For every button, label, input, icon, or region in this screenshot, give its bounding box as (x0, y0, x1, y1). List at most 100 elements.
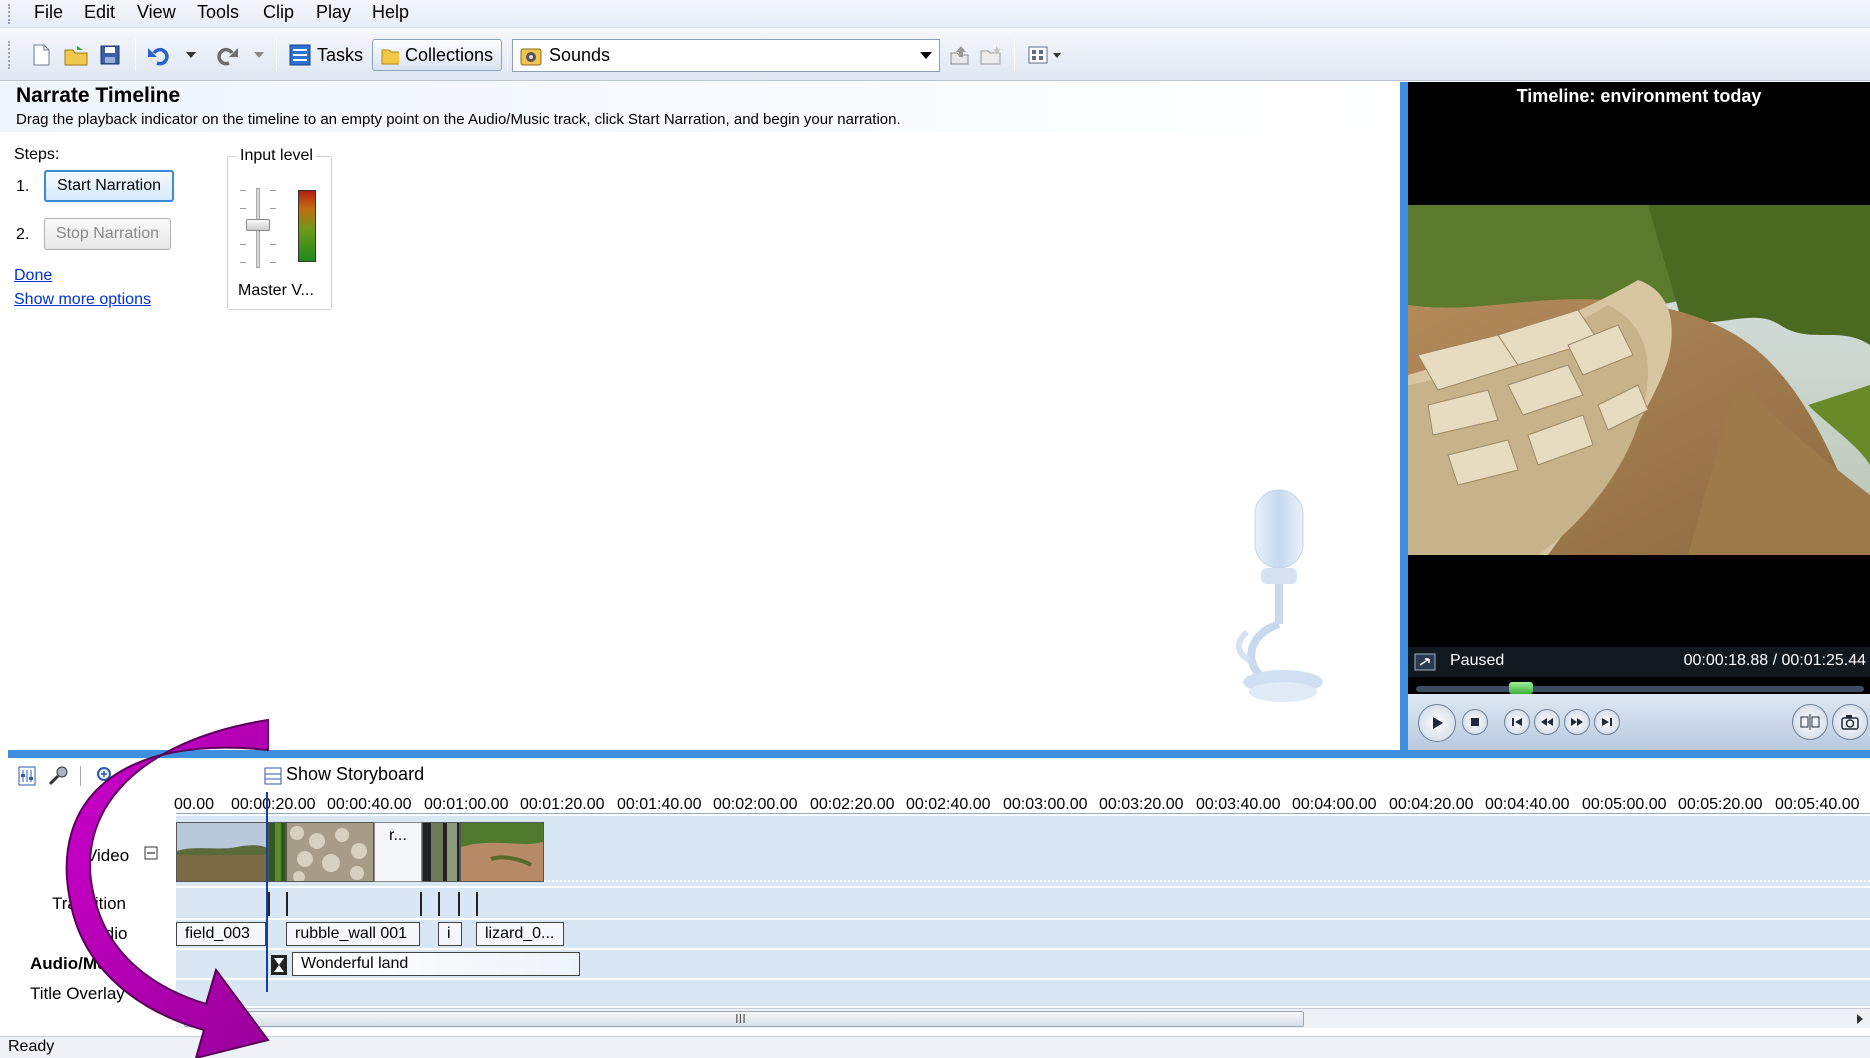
show-storyboard-button[interactable]: Show Storyboard (286, 764, 424, 785)
audio-clip[interactable]: i (438, 922, 462, 946)
title-overlay-track[interactable] (176, 980, 1870, 1006)
audio-music-track-label: Audio/Music (30, 954, 132, 973)
new-collection-folder-button[interactable] (978, 39, 1004, 71)
playback-indicator[interactable] (266, 792, 268, 992)
next-frame-button[interactable] (1594, 709, 1620, 735)
audio-music-track[interactable]: Wonderful land (176, 950, 1870, 978)
rubble-thumbnail (287, 823, 373, 881)
stop-narration-button[interactable]: Stop Narration (44, 218, 171, 250)
transition-marker[interactable] (420, 892, 422, 916)
done-link[interactable]: Done (14, 267, 52, 285)
audio-clip[interactable]: field_003 (176, 922, 266, 946)
fast-forward-icon (1571, 718, 1583, 726)
undo-button[interactable] (146, 39, 174, 71)
scroll-right-icon[interactable] (1856, 1013, 1864, 1025)
field-thumbnail (177, 823, 267, 881)
seek-bar[interactable] (1416, 686, 1864, 692)
timeline-ruler[interactable]: 00.00 00:00:20.00 00:00:40.00 00:01:00.0… (174, 792, 1870, 814)
audio-clip[interactable]: rubble_wall 001 (286, 922, 420, 946)
master-volume-slider[interactable] (246, 219, 270, 231)
dark-thumbnail (423, 823, 459, 881)
menu-view[interactable]: View (137, 0, 176, 28)
transition-marker[interactable] (476, 892, 478, 916)
slider-tick (270, 190, 276, 191)
seek-thumb[interactable] (1509, 682, 1534, 694)
timeline-horizontal-scrollbar[interactable]: III (176, 1008, 1870, 1028)
transition-marker[interactable] (438, 892, 440, 916)
rewind-icon (1541, 718, 1553, 726)
chevron-down-icon (186, 52, 196, 58)
ruler-tick: 00:04:20.00 (1389, 796, 1474, 813)
menu-play[interactable]: Play (316, 0, 351, 28)
tasks-icon (289, 44, 311, 66)
redo-icon (217, 47, 238, 66)
preview-status-bar: Paused 00:00:18.88 / 00:01:25.44 (1408, 647, 1870, 677)
microphone-watermark-icon (1236, 489, 1323, 702)
transition-marker[interactable] (268, 892, 270, 916)
narrate-timeline-icon[interactable] (48, 766, 70, 786)
collection-select[interactable]: Sounds (512, 39, 940, 72)
play-button[interactable] (1418, 704, 1456, 742)
transition-marker[interactable] (286, 892, 288, 916)
ruler-tick: 00:05:20.00 (1678, 796, 1763, 813)
chevron-down-icon (920, 52, 932, 59)
scrollbar-thumb[interactable]: III (184, 1011, 1304, 1027)
stop-icon (1471, 718, 1479, 726)
music-clip[interactable]: Wonderful land (292, 952, 580, 976)
show-more-options-link[interactable]: Show more options (14, 291, 151, 309)
slider-tick (270, 208, 276, 209)
save-project-button[interactable] (96, 39, 124, 71)
video-clip-field[interactable] (176, 822, 268, 882)
video-track[interactable]: r... (176, 816, 1870, 886)
video-clip-rubble-wall[interactable] (286, 822, 374, 882)
full-screen-icon[interactable] (1414, 653, 1436, 671)
toolbar-separator (135, 39, 136, 71)
playback-status: Paused (1450, 652, 1505, 669)
chevron-down-icon (254, 52, 264, 58)
menu-clip[interactable]: Clip (263, 0, 294, 28)
undo-dropdown-button[interactable] (184, 39, 198, 71)
redo-button[interactable] (212, 39, 240, 71)
audio-clip[interactable]: lizard_0... (476, 922, 564, 946)
previous-frame-button[interactable] (1504, 709, 1530, 735)
pane-splitter[interactable] (8, 750, 1870, 758)
video-clip-green[interactable] (268, 822, 286, 882)
set-audio-levels-icon[interactable] (18, 766, 36, 786)
open-project-button[interactable] (62, 39, 90, 71)
split-clip-button[interactable] (1792, 704, 1828, 740)
transition-track-label: Transition (52, 894, 127, 913)
video-clip-lizard[interactable] (460, 822, 544, 882)
menu-grip (8, 4, 11, 24)
start-narration-button[interactable]: Start Narration (44, 170, 174, 202)
stop-button[interactable] (1462, 709, 1488, 735)
hourglass-icon (271, 955, 287, 975)
menu-file[interactable]: File (34, 0, 63, 28)
new-project-button[interactable] (28, 39, 54, 71)
transition-marker[interactable] (458, 892, 460, 916)
take-picture-button[interactable] (1832, 704, 1868, 740)
audio-track[interactable]: field_003 rubble_wall 001 i lizard_0... (176, 920, 1870, 948)
zoom-in-icon[interactable] (96, 766, 118, 786)
ruler-tick: 00:01:00.00 (424, 796, 509, 813)
green-thumbnail (269, 823, 285, 881)
playback-time: 00:00:18.88 / 00:01:25.44 (1683, 652, 1866, 669)
views-button[interactable] (1026, 39, 1068, 71)
movie-maker-window: { "menu": ["File", "Edit", "View", "Tool… (0, 0, 1870, 1058)
tasks-button[interactable]: Tasks (284, 39, 368, 71)
fast-forward-button[interactable] (1564, 709, 1590, 735)
video-clip-dark[interactable] (422, 822, 460, 882)
collapse-icon[interactable] (144, 846, 158, 860)
ruler-tick: 00:04:40.00 (1485, 796, 1570, 813)
video-clip-text[interactable]: r... (374, 822, 422, 882)
up-level-button[interactable] (946, 39, 972, 71)
redo-dropdown-button[interactable] (252, 39, 266, 71)
menu-help[interactable]: Help (372, 0, 409, 28)
collections-button[interactable]: Collections (372, 39, 502, 71)
menu-tools[interactable]: Tools (197, 0, 239, 28)
transition-track[interactable] (176, 888, 1870, 918)
rewind-button[interactable] (1534, 709, 1560, 735)
ruler-tick: 00:00:20.00 (231, 796, 316, 813)
slider-tick (240, 244, 246, 245)
master-volume-label: Master V... (238, 282, 314, 299)
menu-edit[interactable]: Edit (84, 0, 115, 28)
